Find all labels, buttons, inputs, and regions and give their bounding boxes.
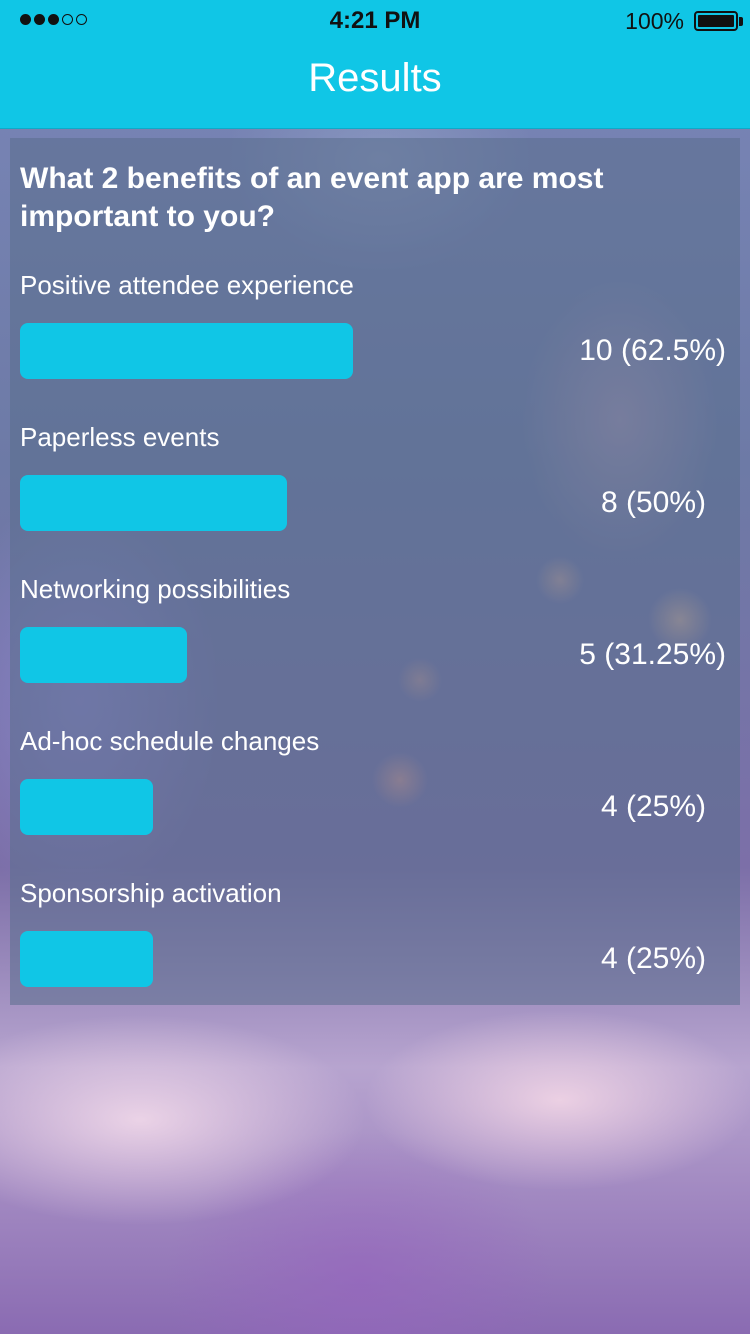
result-bar	[20, 931, 153, 987]
navigation-bar: Results	[0, 40, 750, 129]
option-label: Ad-hoc schedule changes	[20, 726, 320, 756]
result-count: 8 (50%)	[600, 486, 706, 519]
result-bar	[20, 323, 353, 379]
poll-question: What 2 benefits of an event app are most…	[20, 162, 604, 233]
option-label: Positive attendee experience	[20, 270, 354, 300]
result-count: 5 (31.25%)	[579, 638, 726, 671]
result-bar	[20, 627, 187, 683]
battery-icon	[694, 11, 738, 31]
poll-results-panel: What 2 benefits of an event app are most…	[10, 138, 740, 1005]
option-label: Paperless events	[20, 422, 220, 452]
result-count: 4 (25%)	[600, 942, 706, 975]
option-label: Networking possibilities	[20, 574, 291, 604]
option-label: Sponsorship activation	[20, 878, 282, 908]
result-bar	[20, 475, 287, 531]
status-bar: 4:21 PM 100%	[0, 0, 750, 40]
battery-tip	[739, 17, 743, 26]
result-count: 4 (25%)	[600, 790, 706, 823]
battery-percent: 100%	[625, 8, 684, 34]
result-count: 10 (62.5%)	[579, 334, 726, 367]
result-bar	[20, 779, 153, 835]
page-title: Results	[308, 56, 442, 100]
